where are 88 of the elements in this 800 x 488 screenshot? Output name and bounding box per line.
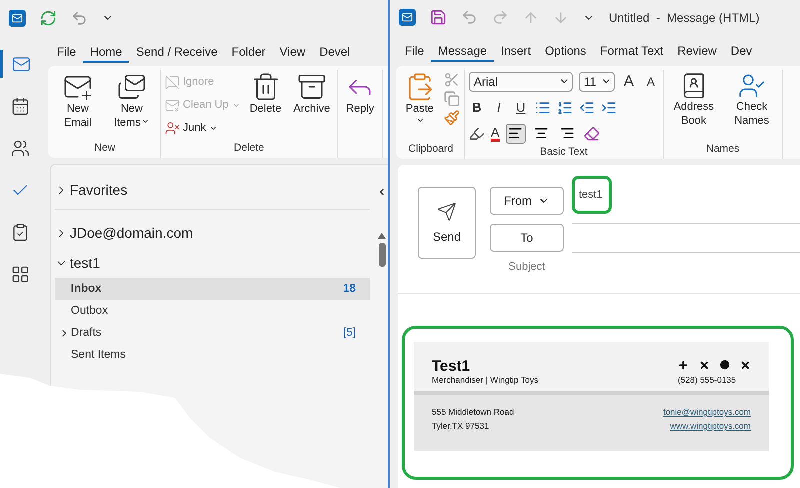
- ribbon-tab[interactable]: File: [398, 39, 432, 62]
- address-line: Tyler,TX 97531: [432, 421, 490, 431]
- numbered-list-icon[interactable]: [557, 100, 573, 116]
- to-field[interactable]: [572, 223, 800, 253]
- paste-button[interactable]: Paste: [402, 70, 438, 143]
- unread-count: [5]: [343, 327, 356, 339]
- folder-name: Inbox: [71, 283, 102, 295]
- folder-item[interactable]: Drafts [5]: [55, 322, 370, 344]
- from-field[interactable]: test1: [572, 176, 612, 214]
- scroll-up-icon[interactable]: [378, 233, 386, 239]
- font-color-button[interactable]: A: [491, 126, 500, 142]
- address-line: 555 Middletown Road: [432, 407, 514, 417]
- increase-indent-icon[interactable]: [601, 100, 617, 116]
- save-icon[interactable]: [430, 9, 447, 26]
- job-title: Merchandiser | Wingtip Toys: [432, 375, 538, 385]
- x-icon: [740, 360, 751, 371]
- folder-name: Sent Items: [71, 349, 126, 361]
- signature-name: Test1: [432, 358, 472, 375]
- folder-item[interactable]: Outbox: [55, 300, 370, 322]
- folder-section[interactable]: test1: [55, 248, 370, 278]
- app-logo: [9, 10, 26, 26]
- plus-icon: [678, 360, 689, 371]
- ribbon-button[interactable]: Delete: [246, 70, 285, 142]
- subject-label: Subject: [508, 261, 546, 273]
- ignore-icon: [165, 74, 180, 90]
- ribbon-button[interactable]: Junk: [165, 118, 241, 138]
- bold-button[interactable]: B: [469, 100, 485, 116]
- group-label: New: [93, 142, 116, 156]
- ribbon-tab[interactable]: Devel: [312, 40, 358, 62]
- x-icon: [699, 360, 710, 371]
- ribbon-button[interactable]: New Items: [108, 70, 156, 142]
- ribbon-button[interactable]: New Email: [54, 70, 102, 142]
- ribbon-tab[interactable]: Send / Receive: [129, 40, 225, 62]
- ribbon-button[interactable]: Archive: [290, 70, 334, 142]
- italic-button[interactable]: I: [491, 100, 507, 116]
- underline-button[interactable]: U: [513, 100, 529, 116]
- ribbon-tab[interactable]: Message: [431, 39, 494, 62]
- group-label: Names: [705, 143, 741, 157]
- ribbon-tab[interactable]: View: [272, 40, 313, 62]
- ribbon-tab[interactable]: Review: [670, 39, 724, 62]
- highlighter-icon[interactable]: [469, 126, 485, 142]
- archive-icon: [297, 72, 327, 102]
- ribbon-tab[interactable]: Format Text: [593, 39, 671, 62]
- website-link[interactable]: www.wingtiptoys.com: [670, 421, 751, 431]
- ribbon-button[interactable]: Reply: [342, 70, 378, 142]
- grow-font-button[interactable]: A: [621, 73, 637, 90]
- shrink-font-button[interactable]: A: [643, 74, 659, 89]
- ribbon-tab[interactable]: Home: [83, 40, 130, 62]
- ribbon-tab[interactable]: File: [50, 40, 84, 62]
- sync-icon[interactable]: [40, 10, 57, 26]
- folder-section[interactable]: JDoe@domain.com: [55, 218, 370, 248]
- format-painter-icon[interactable]: [444, 110, 460, 126]
- user-block-icon: [165, 120, 180, 136]
- send-icon: [437, 202, 457, 222]
- undo-icon[interactable]: [71, 10, 88, 26]
- decrease-indent-icon[interactable]: [579, 100, 595, 116]
- folder-name: Outbox: [71, 305, 108, 317]
- ribbon-tab[interactable]: Insert: [494, 39, 538, 62]
- check-names-button[interactable]: Check Names: [726, 70, 778, 143]
- from-button[interactable]: From: [490, 187, 564, 215]
- eraser-icon[interactable]: [584, 126, 600, 142]
- email-link[interactable]: tonie@wingtiptoys.com: [663, 407, 751, 417]
- phone-number: (528) 555-0135: [678, 375, 738, 385]
- folder-item[interactable]: Sent Items: [55, 344, 370, 366]
- ribbon-tab[interactable]: Options: [538, 39, 594, 62]
- window-title: Untitled - Message (HTML): [609, 10, 760, 25]
- app-logo: [399, 9, 416, 26]
- collapse-icon[interactable]: [377, 187, 387, 197]
- group-label: Clipboard: [408, 143, 454, 157]
- dot-icon: [720, 360, 730, 371]
- bullet-list-icon[interactable]: [535, 100, 551, 116]
- ribbon-tab[interactable]: Dev: [724, 39, 760, 62]
- send-button[interactable]: Send: [418, 187, 476, 259]
- align-left-button[interactable]: [506, 124, 526, 144]
- font-select[interactable]: Arial: [469, 72, 573, 92]
- group-label: Delete: [232, 142, 266, 156]
- font-size-select[interactable]: 11: [579, 72, 615, 92]
- group-label: Basic Text: [539, 146, 589, 159]
- folder-item[interactable]: Inbox 18: [55, 278, 370, 300]
- folder-name: Drafts: [71, 327, 102, 339]
- unread-count: 18: [343, 283, 356, 295]
- address-book-button[interactable]: Address Book: [668, 70, 720, 143]
- ribbon-tab[interactable]: Folder: [224, 40, 273, 62]
- folder-section[interactable]: Favorites: [55, 175, 370, 205]
- mail-x-icon: [165, 98, 180, 112]
- envelopes-icon: [117, 72, 147, 102]
- scrollbar-thumb[interactable]: [378, 243, 386, 267]
- to-button[interactable]: To: [490, 224, 564, 252]
